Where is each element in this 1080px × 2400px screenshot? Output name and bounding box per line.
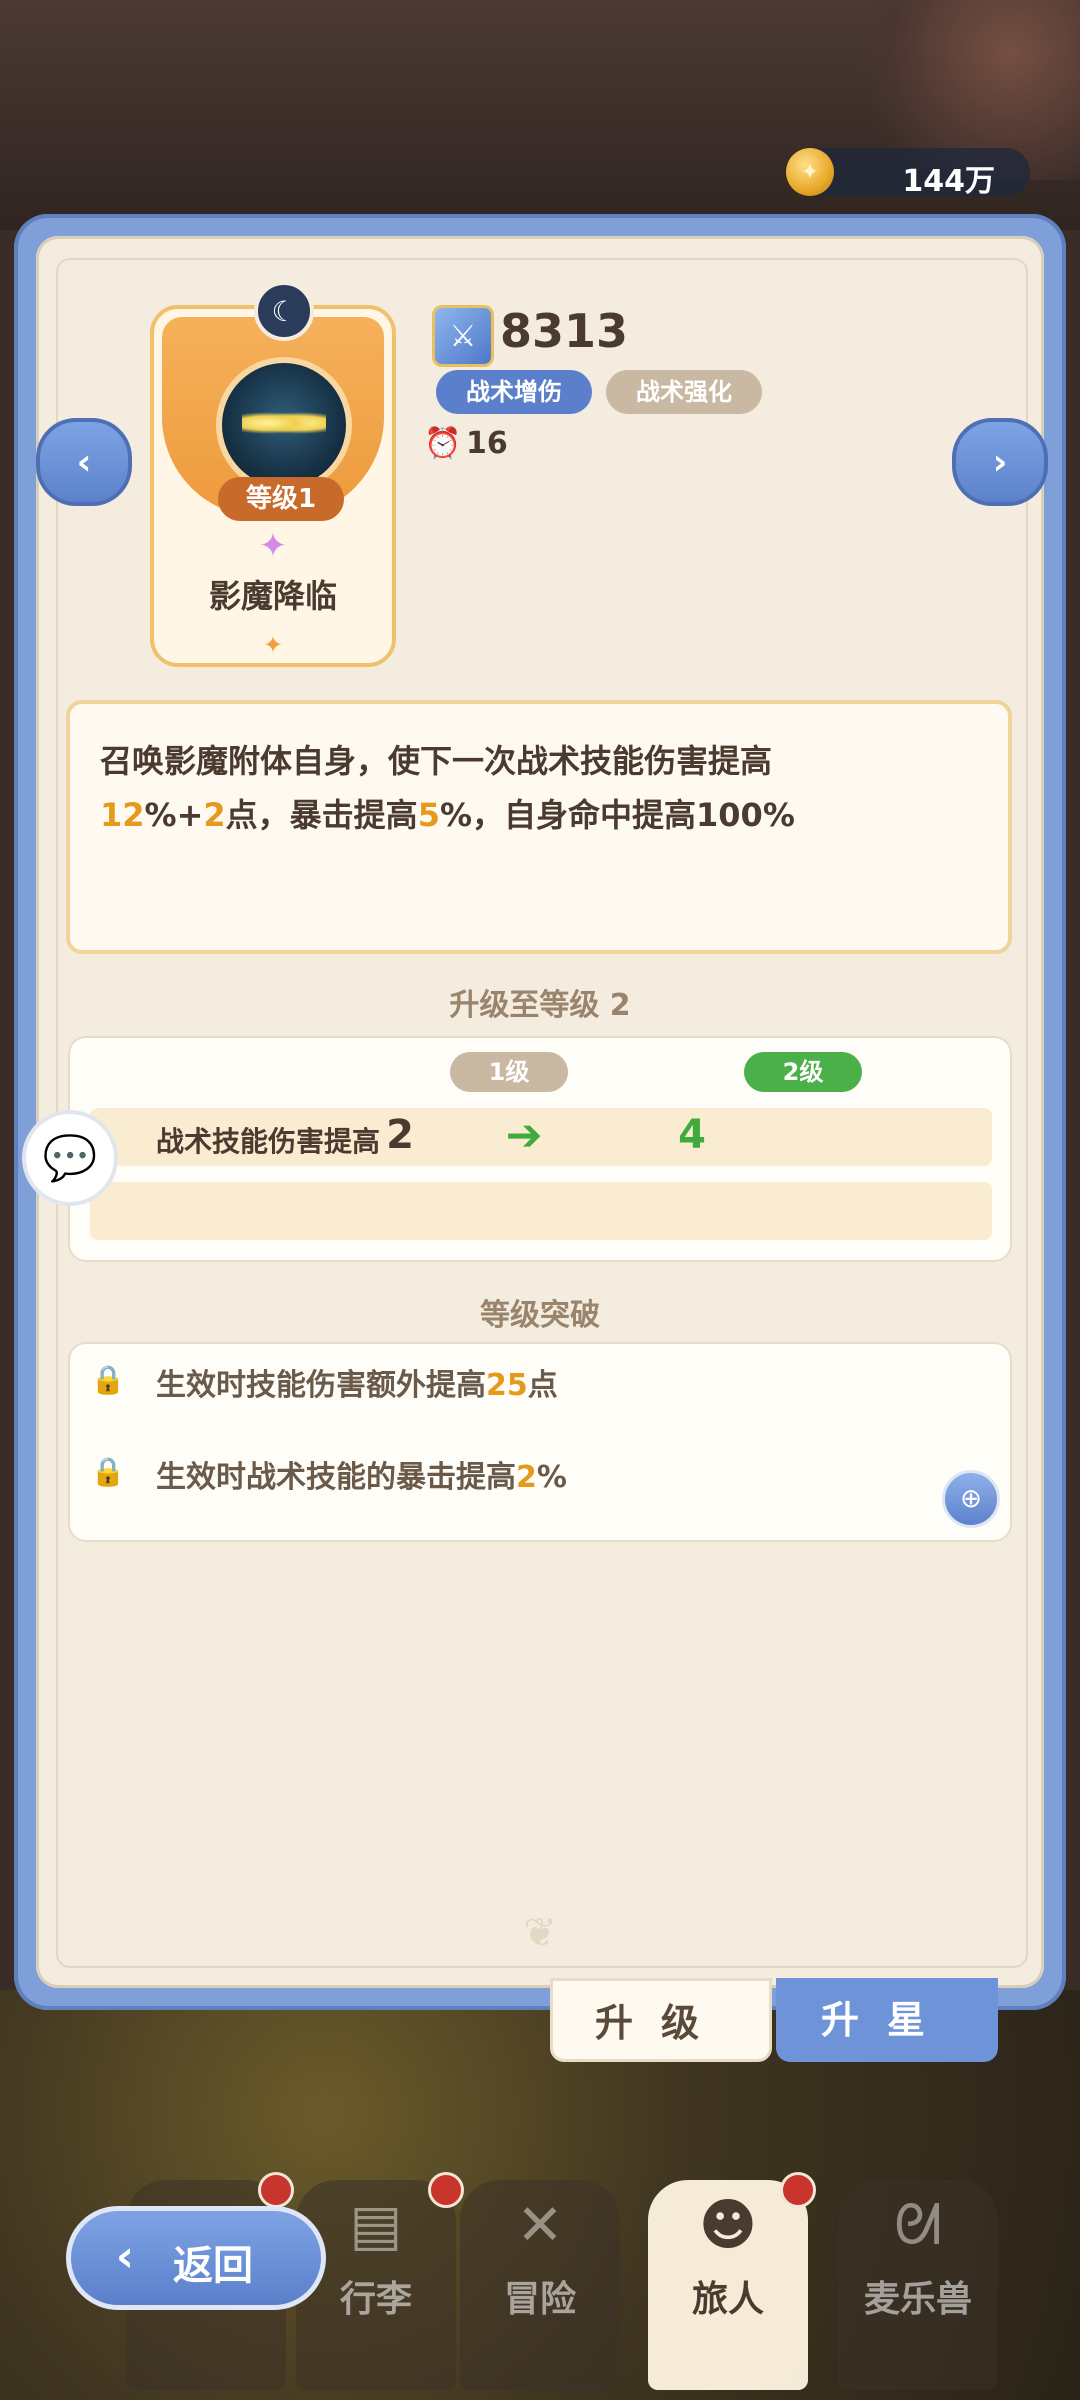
nav-item-label: 麦乐兽 [863,2279,972,2320]
shadow-demon-skill-icon [216,357,352,493]
description-line1: 召唤影魔附体自身，使下一次战术技能伤害提高 [100,742,773,780]
previous-skill-button[interactable]: ‹ [36,418,132,506]
breakthrough-text-part: % [536,1460,567,1495]
upgrade-comparison-box: 1级 2级 战术技能伤害提高 2 ➔ 4 [68,1036,1012,1262]
upgrade-row: 战术技能伤害提高 2 ➔ 4 [90,1108,992,1166]
swords-icon: ✕ [516,2193,564,2258]
diamond-ornament-icon: ✦ [262,631,284,659]
cat-ornament-icon: ❦ [523,1910,557,1956]
skill-card[interactable]: ☾ 等级1 ✦ 影魔降临 ✦ [150,281,396,667]
tag-tactical-damage: 战术增伤 [436,370,592,414]
sparkle-star-icon: ✦ [258,526,288,566]
breakthrough-section-title: 等级突破 [480,1298,600,1333]
magnifier-icon: ⊕ [960,1484,982,1514]
cooldown-value: 16 [466,426,508,461]
chevron-right-icon: › [992,441,1008,483]
glowing-eyes-icon [242,409,326,437]
lock-icon: 🔒 [90,1363,126,1396]
notification-dot [428,2172,464,2208]
chevron-left-icon: ‹ [76,441,92,483]
nav-item-luggage[interactable]: ▤ 行李 [296,2172,464,2390]
alarm-clock-icon: ⏰ [424,426,462,461]
upgrade-stat-label: 战术技能伤害提高 [156,1125,381,1158]
breakthrough-text: 生效时技能伤害额外提高25点 [156,1360,558,1404]
skill-name: 影魔降临 [208,577,337,615]
zoom-in-button[interactable]: ⊕ [942,1470,1000,1528]
nav-item-label: 旅人 [691,2279,764,2320]
description-text: %+ [144,796,204,834]
crit-percent-value: 5 [417,796,440,834]
skill-description-box: 召唤影魔附体自身，使下一次战术技能伤害提高 12%+2点，暴击提高5%，自身命中… [66,700,1012,954]
upgrade-row-empty [90,1182,992,1240]
upgrade-stat-current: 2 [386,1112,414,1158]
nav-item-label: 冒险 [503,2279,576,2320]
chat-bubble-icon: 💬 [42,1133,98,1184]
skill-level-badge: 等级1 [218,477,344,521]
breakthrough-text: 生效时战术技能的暴击提高2% [156,1452,567,1496]
skill-description: 召唤影魔附体自身，使下一次战术技能伤害提高 12%+2点，暴击提高5%，自身命中… [100,734,980,842]
back-arrow-icon: ‹ [115,2231,135,2282]
description-text: %，自身命中提高100% [439,796,795,834]
tab-star-up[interactable]: 升星 [776,1978,998,2062]
chat-button[interactable]: 💬 [22,1110,118,1206]
upgrade-stat-next: 4 [678,1112,706,1158]
next-skill-button[interactable]: › [952,418,1048,506]
notification-dot [780,2172,816,2208]
gold-currency-counter: ✦ 144万 [786,148,1030,199]
tab-upgrade[interactable]: 升级 [550,1978,772,2062]
current-level-pill: 1级 [450,1052,568,1092]
tag-tactical-enhance: 战术强化 [606,370,762,414]
breakthrough-text-part: 生效时技能伤害额外提高 [156,1368,486,1403]
nav-item-adventure[interactable]: ✕ 冒险 [460,2180,620,2390]
next-level-pill: 2级 [744,1052,862,1092]
breakthrough-text-part: 生效时战术技能的暴击提高 [156,1460,516,1495]
arrow-right-icon: ➔ [505,1110,543,1161]
notification-dot [258,2172,294,2208]
upgrade-section-title: 升级至等级 2 [449,988,631,1023]
damage-points-value: 2 [203,796,226,834]
moon-icon: ☾ [254,281,314,341]
nav-item-traveler[interactable]: ☻ 旅人 [648,2172,816,2390]
damage-percent-value: 12 [100,796,145,834]
chest-icon: ▤ [349,2193,403,2258]
breakthrough-value: 2 [516,1460,537,1495]
skill-power-value: 8313 [500,304,629,358]
pet-icon: ᘛ [894,2193,942,2258]
breakthrough-box: 🔒 生效时技能伤害额外提高25点 🔒 生效时战术技能的暴击提高2% ⊕ [68,1342,1012,1542]
lock-icon: 🔒 [90,1455,126,1488]
back-button[interactable]: ‹ 返回 [66,2206,326,2310]
breakthrough-text-part: 点 [527,1368,558,1403]
breakthrough-value: 25 [486,1368,528,1403]
back-label: 返回 [173,2243,253,2289]
gold-amount: 144万 [902,164,995,199]
sword-shield-icon: ⚔ [432,305,494,367]
skill-card-header: ☾ 等级1 [162,281,384,521]
character-icon: ☻ [698,2193,758,2258]
description-text: 点，暴击提高 [225,796,418,834]
nav-item-pet[interactable]: ᘛ 麦乐兽 [838,2180,998,2390]
